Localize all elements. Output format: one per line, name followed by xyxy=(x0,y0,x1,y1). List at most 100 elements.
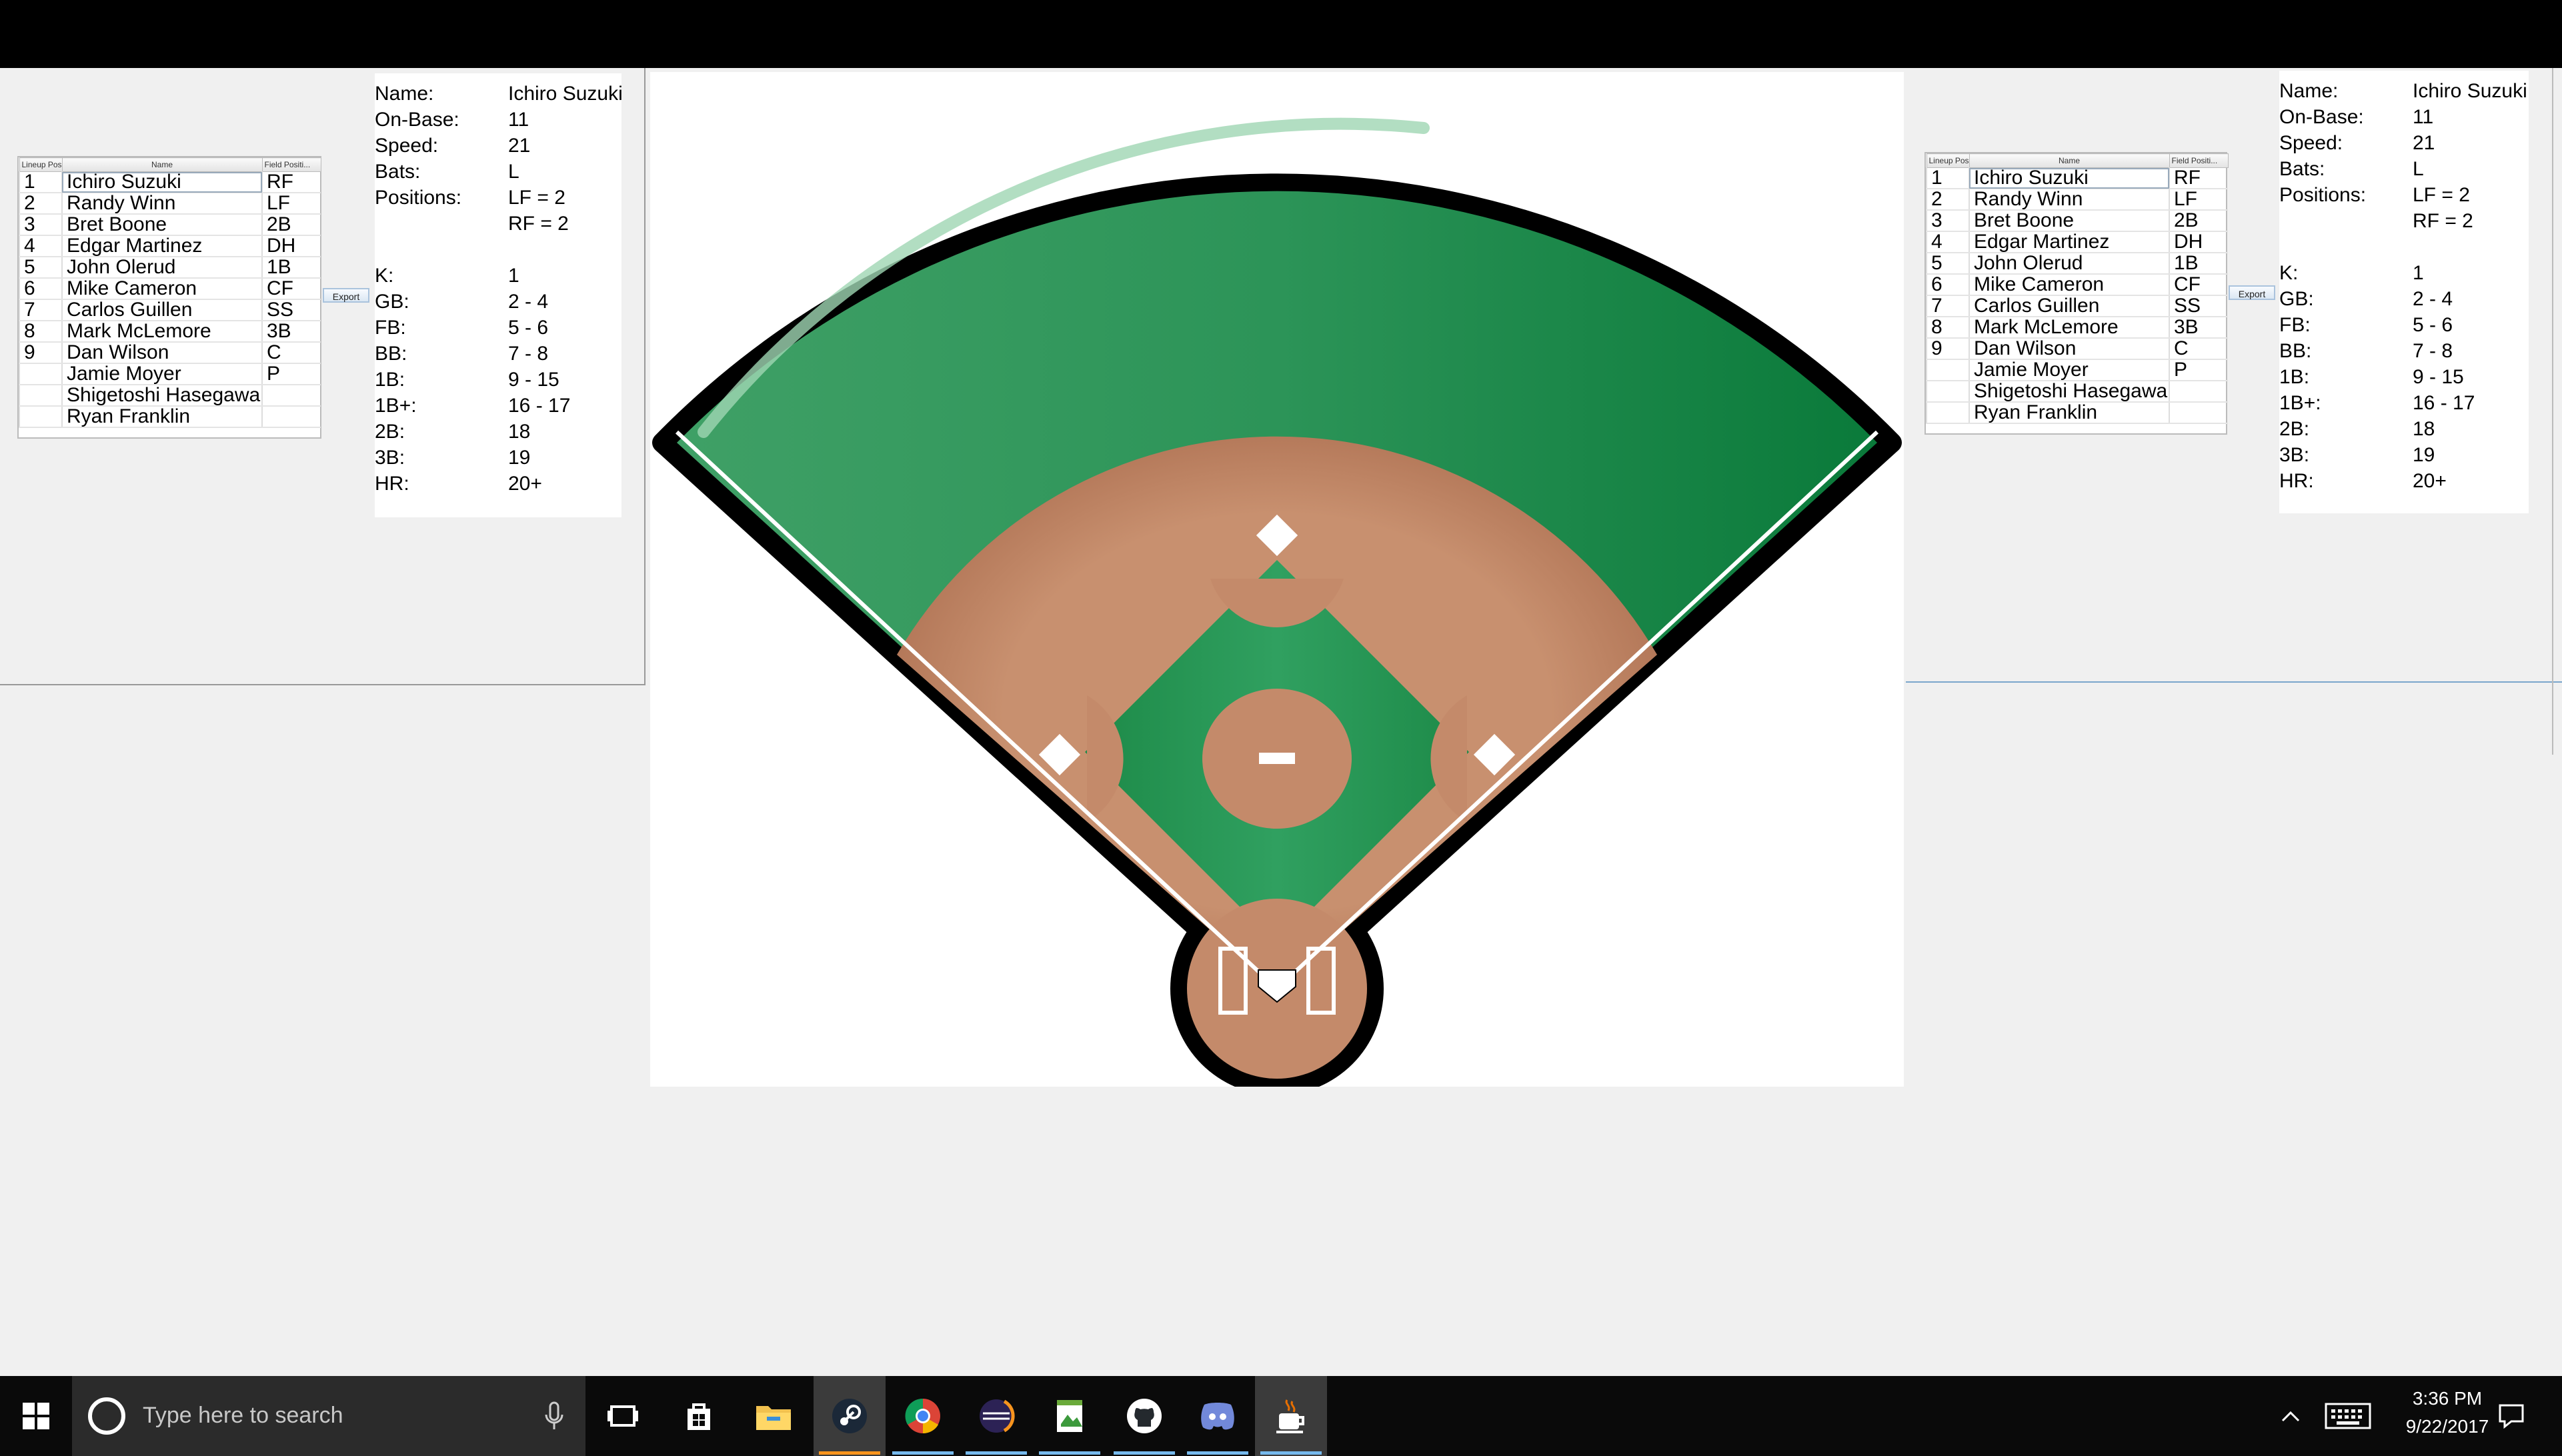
field-position-cell[interactable]: RF xyxy=(261,171,321,193)
lineup-pos-cell[interactable]: 8 xyxy=(1926,317,1969,339)
column-header[interactable]: Name xyxy=(1969,153,2170,168)
lineup-pos-cell[interactable]: 3 xyxy=(1926,210,1969,232)
github-icon[interactable] xyxy=(1108,1376,1180,1456)
field-position-cell[interactable]: 2B xyxy=(2169,210,2228,232)
table-row[interactable]: 1 Ichiro Suzuki RF xyxy=(1926,167,2228,189)
field-position-cell[interactable]: RF xyxy=(2169,167,2228,189)
player-name-cell[interactable]: Edgar Martinez xyxy=(1969,231,2169,253)
field-position-cell[interactable]: 1B xyxy=(261,257,321,279)
task-view-icon[interactable] xyxy=(587,1376,659,1456)
lineup-table-right[interactable]: Lineup Pos...NameField Positi...1Ichiro … xyxy=(1925,152,2229,435)
player-name-cell[interactable]: Mark McLemore xyxy=(1969,317,2169,339)
lineup-pos-cell[interactable]: 2 xyxy=(19,193,62,215)
player-name-cell[interactable]: John Olerud xyxy=(1969,253,2169,275)
lineup-pos-cell[interactable] xyxy=(19,363,62,385)
keyboard-icon[interactable] xyxy=(2318,1376,2378,1456)
lineup-pos-cell[interactable]: 9 xyxy=(19,342,62,364)
lineup-pos-cell[interactable]: 8 xyxy=(19,321,62,343)
clock-time[interactable]: 3:36 PM xyxy=(2394,1388,2501,1409)
table-row[interactable]: 3 Bret Boone 2B xyxy=(1926,210,2228,232)
field-position-cell[interactable]: P xyxy=(2169,359,2228,381)
field-position-cell[interactable]: CF xyxy=(261,278,321,300)
file-explorer-icon[interactable] xyxy=(738,1376,810,1456)
player-name-cell[interactable]: Bret Boone xyxy=(1969,210,2169,232)
field-position-cell[interactable]: DH xyxy=(261,235,321,257)
table-row[interactable]: 6 Mike Cameron CF xyxy=(1926,274,2228,296)
player-name-cell[interactable]: Dan Wilson xyxy=(61,342,262,364)
player-name-cell[interactable]: Edgar Martinez xyxy=(61,235,262,257)
player-name-cell[interactable]: Dan Wilson xyxy=(1969,338,2169,360)
player-name-cell[interactable]: John Olerud xyxy=(61,257,262,279)
table-row[interactable]: Shigetoshi Hasegawa xyxy=(19,385,321,407)
lineup-pos-cell[interactable]: 5 xyxy=(1926,253,1969,275)
table-row[interactable]: Jamie Moyer P xyxy=(19,363,321,385)
table-row[interactable]: 2 Randy Winn LF xyxy=(19,193,321,215)
player-name-cell[interactable]: Randy Winn xyxy=(61,193,262,215)
field-position-cell[interactable] xyxy=(261,385,321,407)
player-name-cell[interactable]: Mike Cameron xyxy=(61,278,262,300)
player-name-cell[interactable]: Jamie Moyer xyxy=(61,363,262,385)
player-name-cell[interactable]: Shigetoshi Hasegawa xyxy=(1969,381,2169,403)
table-row[interactable]: 9 Dan Wilson C xyxy=(1926,338,2228,360)
player-name-cell[interactable]: Ichiro Suzuki xyxy=(61,171,262,193)
table-row[interactable]: 9 Dan Wilson C xyxy=(19,342,321,364)
player-name-cell[interactable]: Jamie Moyer xyxy=(1969,359,2169,381)
field-position-cell[interactable]: P xyxy=(261,363,321,385)
column-header[interactable]: Field Positi... xyxy=(2169,153,2229,168)
notepad-icon[interactable] xyxy=(1034,1376,1106,1456)
table-row[interactable]: Shigetoshi Hasegawa xyxy=(1926,381,2228,403)
lineup-pos-cell[interactable]: 3 xyxy=(19,214,62,236)
table-row[interactable]: 3 Bret Boone 2B xyxy=(19,214,321,236)
field-position-cell[interactable]: C xyxy=(261,342,321,364)
lineup-pos-cell[interactable]: 4 xyxy=(1926,231,1969,253)
lineup-pos-cell[interactable] xyxy=(1926,359,1969,381)
lineup-pos-cell[interactable]: 7 xyxy=(1926,295,1969,317)
player-name-cell[interactable]: Ryan Franklin xyxy=(61,406,262,428)
table-row[interactable]: 5 John Olerud 1B xyxy=(1926,253,2228,275)
player-name-cell[interactable]: Mark McLemore xyxy=(61,321,262,343)
chrome-icon[interactable] xyxy=(887,1376,959,1456)
table-row[interactable]: 1 Ichiro Suzuki RF xyxy=(19,171,321,193)
field-position-cell[interactable]: LF xyxy=(261,193,321,215)
player-name-cell[interactable]: Mike Cameron xyxy=(1969,274,2169,296)
lineup-pos-cell[interactable]: 9 xyxy=(1926,338,1969,360)
lineup-pos-cell[interactable]: 7 xyxy=(19,299,62,321)
lineup-pos-cell[interactable]: 4 xyxy=(19,235,62,257)
field-position-cell[interactable]: CF xyxy=(2169,274,2228,296)
field-position-cell[interactable] xyxy=(2169,402,2228,424)
lineup-pos-cell[interactable] xyxy=(19,406,62,428)
lineup-pos-cell[interactable]: 1 xyxy=(1926,167,1969,189)
field-position-cell[interactable]: C xyxy=(2169,338,2228,360)
field-position-cell[interactable]: 1B xyxy=(2169,253,2228,275)
microphone-icon[interactable] xyxy=(544,1401,564,1431)
chevron-up-icon[interactable] xyxy=(2274,1376,2307,1456)
table-row[interactable]: 4 Edgar Martinez DH xyxy=(19,235,321,257)
table-row[interactable]: 5 John Olerud 1B xyxy=(19,257,321,279)
player-name-cell[interactable]: Randy Winn xyxy=(1969,189,2169,211)
lineup-pos-cell[interactable]: 6 xyxy=(1926,274,1969,296)
player-name-cell[interactable]: Bret Boone xyxy=(61,214,262,236)
table-row[interactable]: 8 Mark McLemore 3B xyxy=(19,321,321,343)
lineup-pos-cell[interactable] xyxy=(1926,381,1969,403)
table-row[interactable]: 4 Edgar Martinez DH xyxy=(1926,231,2228,253)
player-name-cell[interactable]: Carlos Guillen xyxy=(1969,295,2169,317)
table-row[interactable]: 6 Mike Cameron CF xyxy=(19,278,321,300)
table-row[interactable]: 7 Carlos Guillen SS xyxy=(1926,295,2228,317)
notification-icon[interactable] xyxy=(2491,1376,2531,1456)
store-icon[interactable] xyxy=(663,1376,735,1456)
field-position-cell[interactable]: SS xyxy=(261,299,321,321)
table-row[interactable]: 7 Carlos Guillen SS xyxy=(19,299,321,321)
player-name-cell[interactable]: Shigetoshi Hasegawa xyxy=(61,385,262,407)
steam-icon[interactable] xyxy=(814,1376,886,1456)
table-row[interactable]: Jamie Moyer P xyxy=(1926,359,2228,381)
lineup-pos-cell[interactable]: 1 xyxy=(19,171,62,193)
export-button-left[interactable]: Export xyxy=(323,288,369,303)
column-header[interactable]: Lineup Pos... xyxy=(1926,153,1970,168)
field-position-cell[interactable] xyxy=(261,406,321,428)
search-box[interactable]: Type here to search xyxy=(72,1376,585,1456)
field-position-cell[interactable]: LF xyxy=(2169,189,2228,211)
field-position-cell[interactable]: 2B xyxy=(261,214,321,236)
right-pane-scrollbar[interactable] xyxy=(2552,68,2553,755)
discord-icon[interactable] xyxy=(1182,1376,1254,1456)
player-name-cell[interactable]: Ryan Franklin xyxy=(1969,402,2169,424)
